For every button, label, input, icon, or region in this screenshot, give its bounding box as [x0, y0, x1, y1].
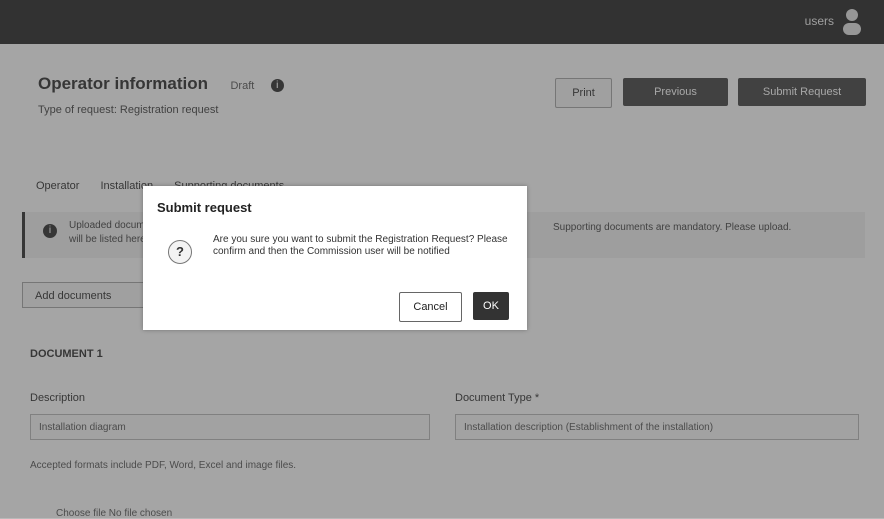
cancel-button[interactable]: Cancel [399, 292, 462, 322]
question-icon: ? [168, 240, 192, 264]
submit-request-dialog: Submit request ? Are you sure you want t… [143, 186, 527, 330]
ok-button[interactable]: OK [473, 292, 509, 320]
dialog-title: Submit request [157, 200, 252, 215]
dialog-message: Are you sure you want to submit the Regi… [213, 234, 508, 257]
